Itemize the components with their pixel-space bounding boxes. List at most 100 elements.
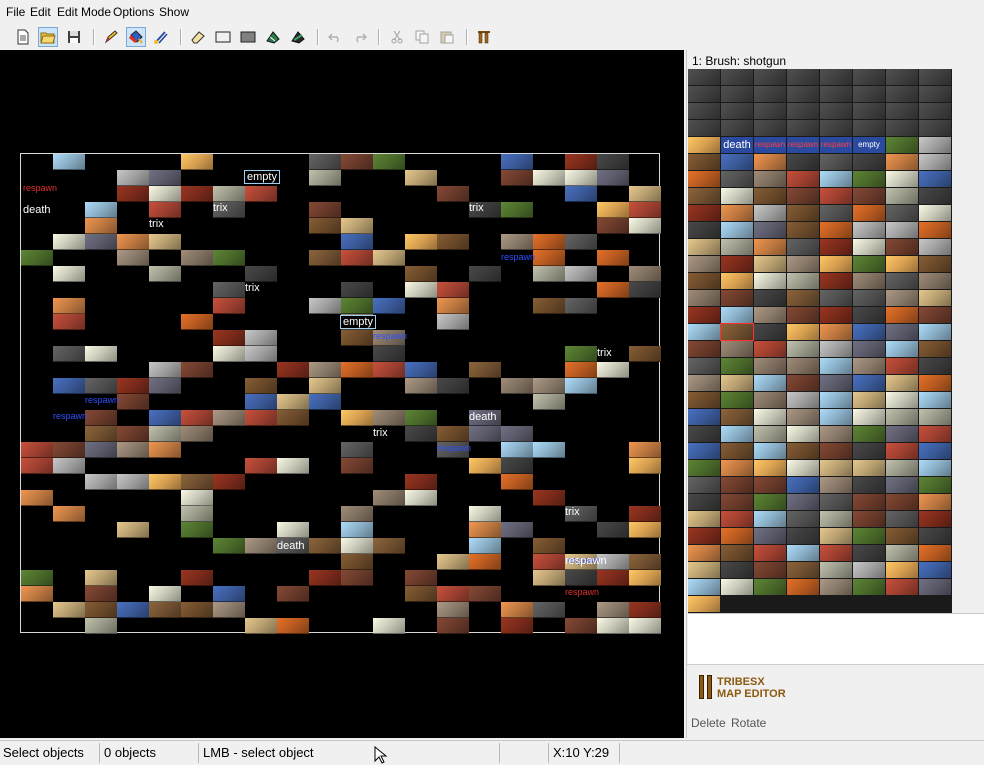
map-tile[interactable] xyxy=(405,490,437,506)
palette-tile[interactable] xyxy=(721,120,753,136)
map-tile[interactable] xyxy=(597,282,629,298)
map-tile[interactable] xyxy=(437,618,469,634)
map-tile[interactable] xyxy=(21,570,53,586)
map-tile[interactable] xyxy=(85,618,117,634)
palette-tile[interactable] xyxy=(919,103,951,119)
palette-tile[interactable] xyxy=(853,426,885,442)
map-tile[interactable] xyxy=(437,314,469,330)
map-tile[interactable] xyxy=(117,442,149,458)
palette-tile[interactable] xyxy=(688,511,720,527)
map-tile[interactable] xyxy=(181,154,213,170)
map-tile[interactable] xyxy=(117,378,149,394)
paint-tool-button[interactable] xyxy=(288,27,308,47)
map-tile[interactable] xyxy=(405,266,437,282)
map-tile[interactable] xyxy=(533,250,565,266)
map-tile[interactable] xyxy=(149,410,181,426)
palette-tile[interactable] xyxy=(853,154,885,170)
delete-action[interactable]: Delete xyxy=(691,716,726,730)
copy-button[interactable] xyxy=(412,27,432,47)
map-tile[interactable] xyxy=(277,362,309,378)
map-tile[interactable] xyxy=(597,170,629,186)
map-tile[interactable] xyxy=(405,586,437,602)
map-tile[interactable] xyxy=(469,506,501,522)
map-tile[interactable] xyxy=(213,250,245,266)
palette-tile[interactable] xyxy=(853,103,885,119)
palette-tile[interactable] xyxy=(688,341,720,357)
map-tile[interactable] xyxy=(501,426,533,442)
map-tile[interactable] xyxy=(309,538,341,554)
palette-tile[interactable] xyxy=(820,528,852,544)
map-tile[interactable] xyxy=(533,298,565,314)
palette-tile[interactable] xyxy=(787,358,819,374)
map-marker-label[interactable]: trix xyxy=(373,427,388,439)
map-tile[interactable] xyxy=(405,362,437,378)
map-tile[interactable] xyxy=(405,234,437,250)
palette-tile[interactable] xyxy=(886,375,918,391)
map-tile[interactable] xyxy=(21,250,53,266)
map-tile[interactable] xyxy=(341,506,373,522)
map-tile[interactable] xyxy=(405,170,437,186)
map-tile[interactable] xyxy=(245,330,277,346)
palette-tile[interactable] xyxy=(787,205,819,221)
palette-tile[interactable] xyxy=(919,341,951,357)
map-tile[interactable] xyxy=(373,618,405,634)
palette-tile[interactable] xyxy=(853,290,885,306)
map-tile[interactable] xyxy=(533,170,565,186)
palette-tile[interactable] xyxy=(886,392,918,408)
palette-tile[interactable] xyxy=(886,562,918,578)
palette-tile[interactable] xyxy=(853,341,885,357)
palette-tile[interactable] xyxy=(787,188,819,204)
palette-tile[interactable] xyxy=(721,171,753,187)
map-tile[interactable] xyxy=(181,250,213,266)
palette-tile[interactable] xyxy=(886,188,918,204)
palette-tile[interactable] xyxy=(886,324,918,340)
palette-marker-cell[interactable]: respawn xyxy=(754,137,786,153)
palette-tile[interactable] xyxy=(886,120,918,136)
map-tile[interactable] xyxy=(629,442,661,458)
palette-tile[interactable] xyxy=(853,171,885,187)
palette-tile[interactable] xyxy=(787,120,819,136)
palette-tile[interactable] xyxy=(721,188,753,204)
palette-tile[interactable] xyxy=(919,409,951,425)
palette-tile[interactable] xyxy=(820,256,852,272)
palette-tile[interactable] xyxy=(919,545,951,561)
map-tile[interactable] xyxy=(469,458,501,474)
palette-tile[interactable] xyxy=(754,256,786,272)
palette-marker-cell[interactable]: death xyxy=(721,137,753,153)
palette-tile[interactable] xyxy=(820,239,852,255)
map-tile[interactable] xyxy=(213,282,245,298)
palette-tile[interactable] xyxy=(820,307,852,323)
map-marker-label[interactable]: trix xyxy=(213,202,228,214)
palette-tile[interactable] xyxy=(787,341,819,357)
map-tile[interactable] xyxy=(85,586,117,602)
map-tile[interactable] xyxy=(85,378,117,394)
palette-tile[interactable] xyxy=(820,222,852,238)
palette-tile[interactable] xyxy=(754,341,786,357)
map-tile[interactable] xyxy=(309,154,341,170)
palette-tile[interactable] xyxy=(853,205,885,221)
palette-tile[interactable] xyxy=(688,137,720,153)
palette-tile[interactable] xyxy=(820,460,852,476)
palette-tile[interactable] xyxy=(721,579,753,595)
map-tile[interactable] xyxy=(533,394,565,410)
map-tile[interactable] xyxy=(213,186,245,202)
map-tile[interactable] xyxy=(629,602,661,618)
palette-tile[interactable] xyxy=(787,426,819,442)
palette-marker-cell[interactable]: respawn xyxy=(820,137,852,153)
map-tile[interactable] xyxy=(533,442,565,458)
palette-tile[interactable] xyxy=(853,511,885,527)
map-tile[interactable] xyxy=(277,522,309,538)
palette-tile[interactable] xyxy=(853,358,885,374)
map-tile[interactable] xyxy=(341,282,373,298)
palette-tile[interactable] xyxy=(853,222,885,238)
map-tile[interactable] xyxy=(213,538,245,554)
palette-tile[interactable] xyxy=(688,86,720,102)
map-tile[interactable] xyxy=(469,426,501,442)
palette-tile[interactable] xyxy=(820,86,852,102)
map-tile[interactable] xyxy=(565,298,597,314)
map-tile[interactable] xyxy=(53,266,85,282)
palette-tile[interactable] xyxy=(688,103,720,119)
map-tile[interactable] xyxy=(149,586,181,602)
paste-button[interactable] xyxy=(437,27,457,47)
palette-tile[interactable] xyxy=(688,494,720,510)
